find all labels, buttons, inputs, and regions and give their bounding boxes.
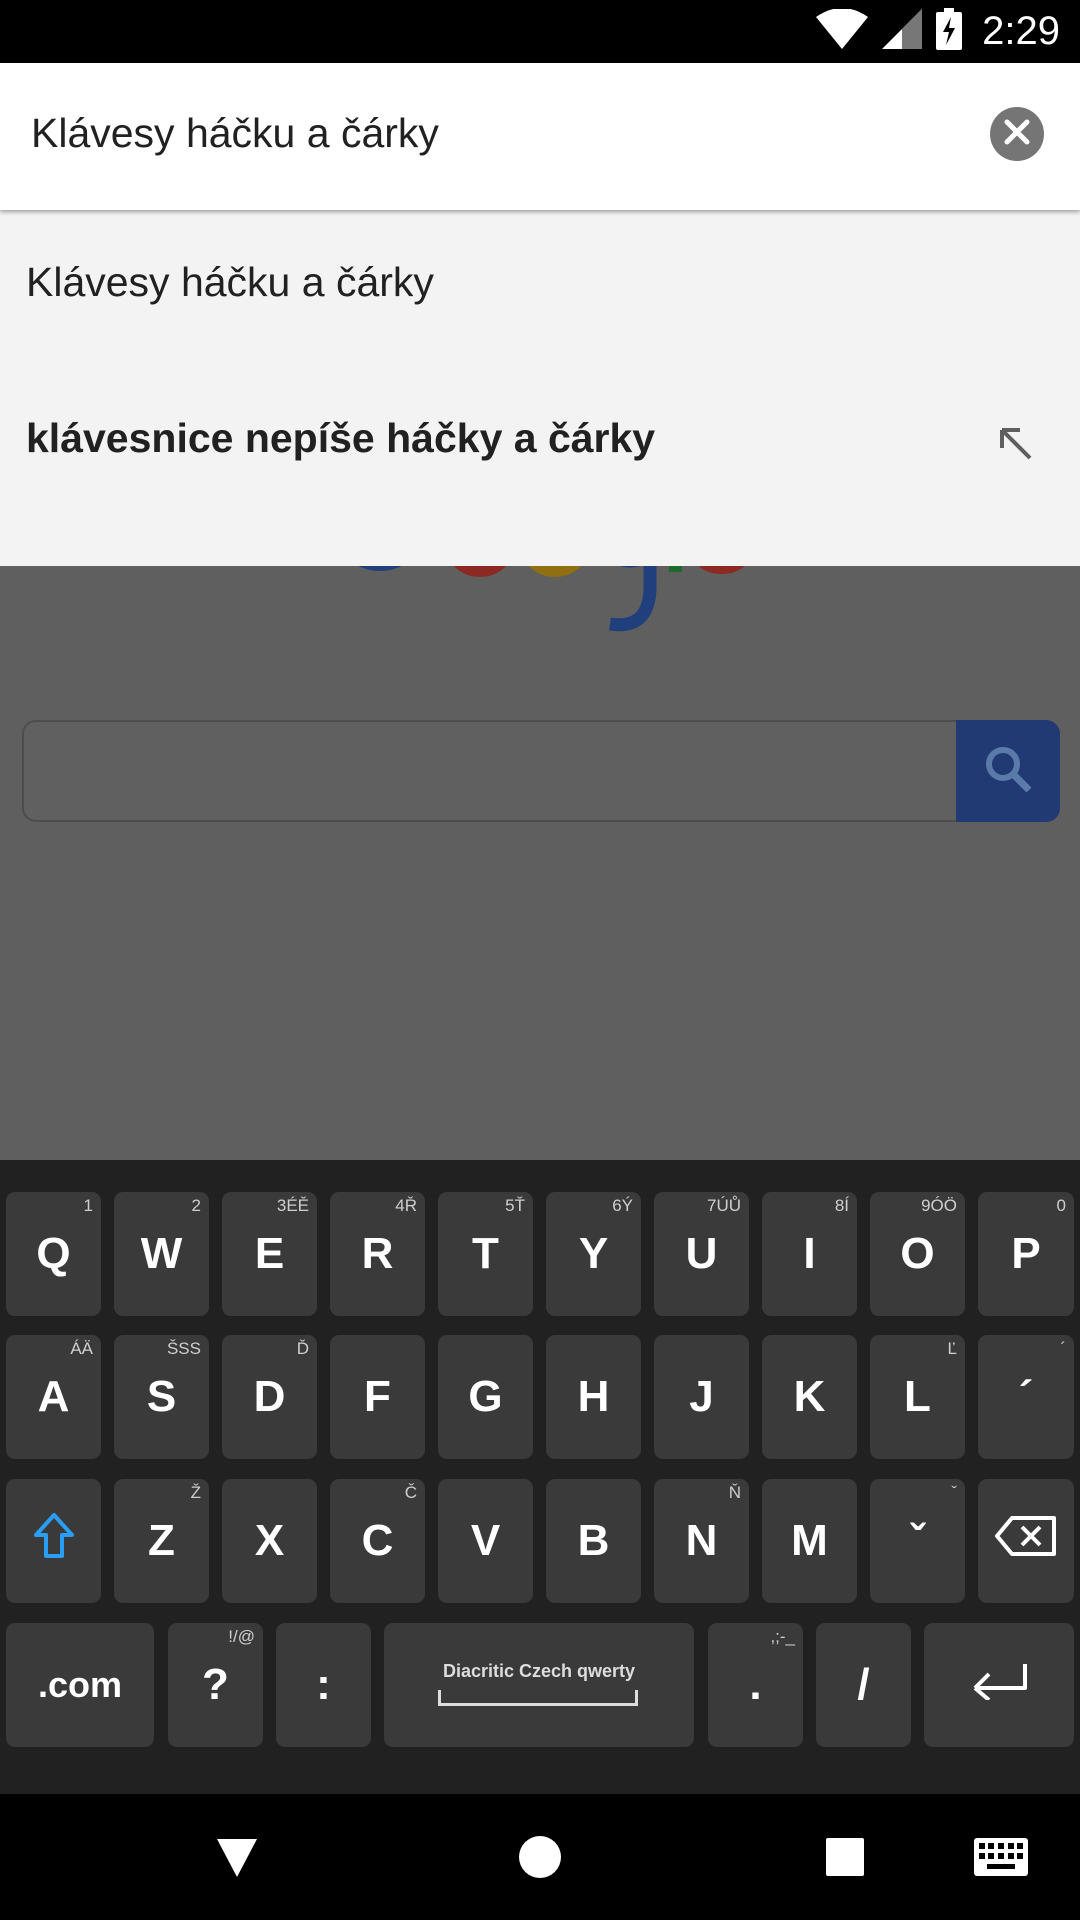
dotcom-key[interactable]: .com	[6, 1623, 154, 1747]
key-u[interactable]: U 7ÚŮ	[654, 1192, 749, 1316]
keyboard-switch-icon[interactable]	[966, 1824, 1036, 1890]
back-icon[interactable]	[202, 1824, 272, 1890]
key-v[interactable]: V	[438, 1479, 533, 1603]
key-l[interactable]: LĽ	[870, 1335, 965, 1459]
backspace-icon	[994, 1515, 1058, 1568]
keyboard: Q1 W2 E 3ÉĚ R 4Ř T 5Ť Y 6Ý U 7ÚŮ I 8Í O 9ÓÖ P0 …	[0, 1160, 1080, 1794]
key-w[interactable]: W2	[114, 1192, 209, 1316]
period-key[interactable]: . ,;-_	[708, 1623, 803, 1747]
suggestion-text: Klávesy háčku a čárky	[26, 259, 434, 305]
navigation-bar	[0, 1794, 1080, 1920]
key-i[interactable]: I 8Í	[762, 1192, 857, 1316]
background-search-box	[22, 720, 1060, 822]
wifi-icon	[816, 8, 869, 54]
clear-search-button[interactable]	[990, 107, 1044, 161]
key-m[interactable]: M	[762, 1479, 857, 1603]
key-a[interactable]: A ÁÄ	[6, 1335, 101, 1459]
suggestion-item[interactable]: Klávesy háčku a čárky	[0, 210, 1080, 360]
key-z[interactable]: ZŽ	[114, 1479, 209, 1603]
key-acute[interactable]: ´ ´	[978, 1335, 1074, 1459]
enter-icon	[969, 1660, 1029, 1711]
suggestion-item[interactable]: klávesnice nepíše háčky a čárky	[0, 360, 1080, 510]
arrow-up-left-icon[interactable]	[996, 424, 1036, 464]
key-caron[interactable]: ˇˇ	[870, 1479, 965, 1603]
key-n[interactable]: NŇ	[654, 1479, 749, 1603]
key-e[interactable]: E 3ÉĚ	[222, 1192, 317, 1316]
question-key[interactable]: ? !/@	[168, 1623, 263, 1747]
backspace-key[interactable]	[978, 1479, 1074, 1603]
recents-icon[interactable]	[810, 1824, 880, 1890]
key-h[interactable]: H	[546, 1335, 641, 1459]
keyboard-layout-label: Diacritic Czech qwerty	[442, 1661, 636, 1681]
key-x[interactable]: X	[222, 1479, 317, 1603]
home-icon[interactable]	[505, 1824, 575, 1890]
search-input[interactable]: Klávesy háčku a čárky	[31, 110, 439, 157]
key-d[interactable]: DĎ	[222, 1335, 317, 1459]
key-f[interactable]: F	[330, 1335, 425, 1459]
close-icon	[1004, 119, 1030, 150]
colon-key[interactable]: :	[276, 1623, 371, 1747]
space-bar-icon	[438, 1690, 638, 1706]
enter-key[interactable]	[924, 1623, 1074, 1747]
key-g[interactable]: G	[438, 1335, 533, 1459]
key-s[interactable]: S ŠSS	[114, 1335, 209, 1459]
key-q[interactable]: Q1	[6, 1192, 101, 1316]
search-header: Klávesy háčku a čárky	[0, 63, 1080, 210]
key-p[interactable]: P0	[978, 1192, 1074, 1316]
key-o[interactable]: O 9ÓÖ	[870, 1192, 965, 1316]
signal-icon	[882, 9, 923, 54]
shift-key[interactable]	[6, 1479, 101, 1603]
key-b[interactable]: B	[546, 1479, 641, 1603]
search-icon	[983, 744, 1033, 799]
clock: 2:29	[982, 9, 1060, 53]
suggestion-text: klávesnice nepíše háčky a čárky	[26, 415, 656, 461]
key-c[interactable]: CČ	[330, 1479, 425, 1603]
space-key[interactable]: Diacritic Czech qwerty	[384, 1623, 694, 1747]
key-r[interactable]: R 4Ř	[330, 1192, 425, 1316]
suggestion-list: Klávesy háčku a čárky klávesnice nepíše …	[0, 210, 1080, 566]
battery-charging-icon	[936, 8, 963, 55]
key-y[interactable]: Y 6Ý	[546, 1192, 641, 1316]
shift-icon	[32, 1512, 76, 1571]
background-search-button	[956, 720, 1060, 822]
status-bar: 2:29	[0, 0, 1080, 63]
slash-key[interactable]: /	[816, 1623, 911, 1747]
key-j[interactable]: J	[654, 1335, 749, 1459]
key-k[interactable]: K	[762, 1335, 857, 1459]
key-t[interactable]: T 5Ť	[438, 1192, 533, 1316]
